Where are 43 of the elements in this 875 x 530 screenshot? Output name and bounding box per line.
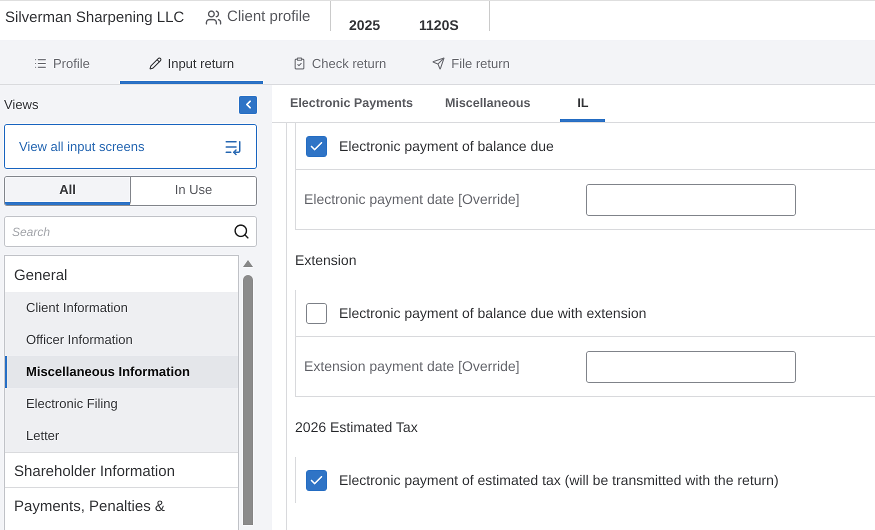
list-item[interactable]: Client Information bbox=[5, 292, 238, 324]
search-field[interactable]: Search bbox=[4, 216, 257, 247]
nav-tab[interactable]: Input return bbox=[120, 46, 263, 84]
return-type: 1120S bbox=[419, 16, 460, 35]
client-name: Silverman Sharpening LLC bbox=[4, 8, 186, 28]
form-tab[interactable]: Electronic Payments bbox=[274, 87, 429, 122]
checkbox-label: Electronic payment of balance due bbox=[339, 136, 554, 156]
nav-tab[interactable]: File return bbox=[416, 46, 526, 84]
filter-tab[interactable]: In Use bbox=[130, 177, 256, 205]
checkbox[interactable] bbox=[306, 302, 327, 324]
search-icon bbox=[233, 223, 250, 240]
people-icon bbox=[205, 8, 222, 26]
list-item[interactable]: Miscellaneous Information bbox=[5, 356, 238, 388]
client-profile-link[interactable]: Client profile bbox=[205, 1, 330, 28]
checkbox-label: Electronic payment of balance due with extension bbox=[339, 304, 646, 323]
section-title: Extension bbox=[295, 251, 358, 270]
group-heading[interactable]: Shareholder Information bbox=[5, 452, 238, 487]
views-title: Views bbox=[4, 96, 38, 114]
list-icon bbox=[34, 57, 47, 70]
send-icon bbox=[432, 57, 446, 70]
date-input[interactable] bbox=[586, 350, 796, 382]
checkbox[interactable] bbox=[306, 136, 327, 156]
view-all-button[interactable]: View all input screens bbox=[4, 124, 257, 169]
clipboard-icon bbox=[292, 57, 306, 70]
form-tab[interactable]: IL bbox=[560, 87, 606, 122]
section-title: 2026 Estimated Tax bbox=[295, 418, 419, 437]
collapse-button[interactable] bbox=[239, 96, 257, 114]
group-heading[interactable]: General bbox=[5, 256, 238, 292]
list-item[interactable]: Officer Information bbox=[5, 324, 238, 356]
date-input[interactable] bbox=[586, 184, 796, 216]
filter-tab[interactable]: All bbox=[5, 177, 130, 205]
tax-year: 2025 bbox=[348, 16, 382, 35]
nav-tab[interactable]: Check return bbox=[276, 46, 402, 84]
list-item[interactable]: Electronic Filing bbox=[5, 388, 238, 420]
checkbox-label: Electronic payment of estimated tax (will be transmitted with the return) bbox=[339, 470, 779, 490]
pencil-icon bbox=[148, 57, 162, 70]
form-tab[interactable]: Miscellaneous bbox=[428, 87, 546, 122]
nav-tab[interactable]: Profile bbox=[18, 46, 106, 84]
group-heading[interactable]: Payments, Penalties & bbox=[5, 487, 238, 522]
field-label: Extension payment date [Override] bbox=[304, 357, 521, 376]
field-label: Electronic payment date [Override] bbox=[304, 190, 521, 209]
checkbox[interactable] bbox=[306, 470, 327, 490]
list-item[interactable]: Letter bbox=[5, 420, 238, 452]
